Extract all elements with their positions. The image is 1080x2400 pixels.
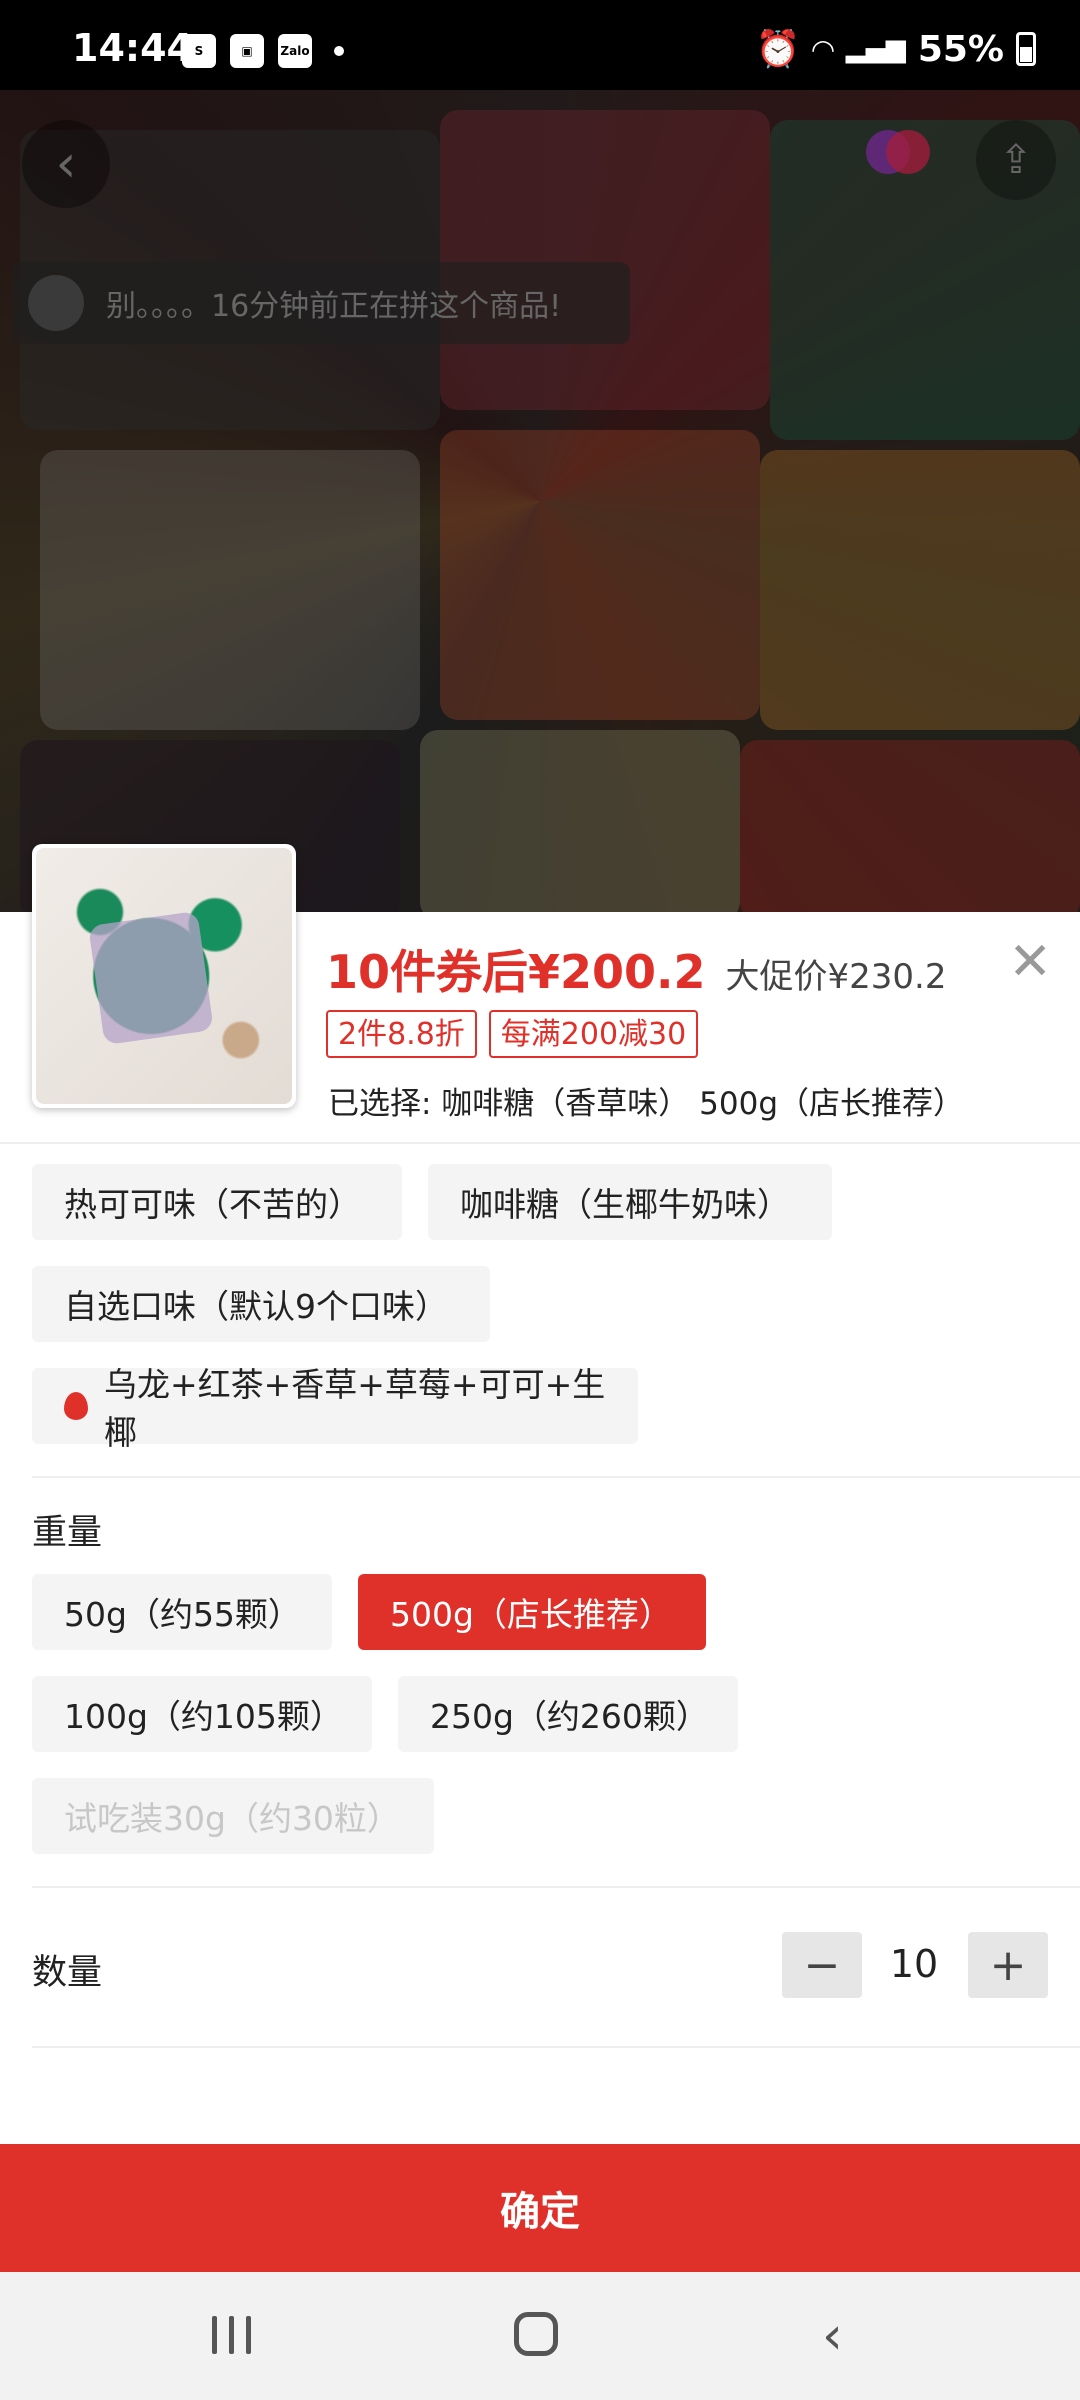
promo-tags: 2件8.8折 每满200减30 — [326, 1010, 699, 1058]
quantity-title: 数量 — [32, 1953, 103, 1993]
candy-tray — [740, 740, 1080, 912]
gallery-icon: ▣ — [230, 34, 264, 68]
back-icon[interactable]: ‹ — [822, 2306, 843, 2366]
flavor-option[interactable]: 咖啡糖（生椰牛奶味） — [428, 1164, 832, 1240]
flavor-option-hot[interactable]: 乌龙+红茶+香草+草莓+可可+生椰 — [32, 1365, 638, 1452]
status-bar: 14:44 S ▣ Zalo ⏰ ◠ ▂▄▆ 55% — [0, 0, 1080, 90]
weight-option[interactable]: 250g（约260颗） — [398, 1676, 738, 1752]
weight-option[interactable]: 50g（约55颗） — [32, 1574, 332, 1650]
confirm-button[interactable]: 确定 — [0, 2144, 1080, 2272]
system-navigation-bar: ‹ — [0, 2272, 1080, 2400]
coupon-price: 10件券后¥200.2 — [326, 945, 706, 999]
signal-icon: ▂▄▆ — [845, 34, 906, 64]
group-buy-notice: 别。。。。16分钟前正在拼这个商品! — [12, 262, 630, 344]
candy-tray — [420, 730, 740, 912]
weight-option-disabled: 试吃装30g（约30粒） — [32, 1778, 434, 1854]
group-buy-icon[interactable] — [866, 130, 930, 174]
chevron-left-icon: ‹ — [55, 134, 77, 194]
promo-tag: 2件8.8折 — [326, 1010, 477, 1058]
product-thumbnail-image — [36, 848, 292, 1104]
close-icon[interactable]: ✕ — [1008, 936, 1052, 988]
alarm-icon: ⏰ — [755, 29, 801, 70]
flavor-option[interactable]: 热可可味（不苦的） — [32, 1164, 402, 1240]
recent-apps-icon[interactable] — [212, 2316, 251, 2354]
promo-price: 大促价¥230.2 — [725, 957, 947, 997]
candy-tray — [40, 450, 420, 730]
more-notifications-dot — [334, 46, 344, 56]
candy-tray — [440, 110, 770, 410]
flavor-option[interactable]: 自选口味（默认9个口味） — [32, 1266, 490, 1342]
battery-icon — [1016, 32, 1036, 66]
share-button[interactable]: ⇪ — [976, 120, 1056, 200]
quantity-value[interactable]: 10 — [872, 1942, 956, 1986]
status-time: 14:44 — [72, 26, 193, 70]
candy-tray — [440, 430, 760, 720]
weight-title: 重量 — [32, 1513, 103, 1553]
avatar — [28, 275, 84, 331]
weight-option[interactable]: 100g（约105颗） — [32, 1676, 372, 1752]
status-right: ⏰ ◠ ▂▄▆ 55% — [755, 28, 1036, 70]
quantity-minus-button[interactable]: − — [782, 1932, 862, 1998]
candy-tray — [760, 450, 1080, 730]
divider — [32, 2046, 1080, 2048]
divider — [32, 1886, 1080, 1888]
zalo-icon: Zalo — [278, 34, 312, 68]
product-thumbnail[interactable] — [32, 844, 296, 1108]
quantity-plus-button[interactable]: + — [968, 1932, 1048, 1998]
selected-spec: 已选择: 咖啡糖（香草味） 500g（店长推荐） — [328, 1086, 964, 1122]
share-icon: ⇪ — [999, 137, 1033, 183]
notice-text: 别。。。。16分钟前正在拼这个商品! — [106, 289, 562, 324]
price-line: 10件券后¥200.2 大促价¥230.2 — [326, 936, 947, 1002]
battery-percent: 55% — [917, 28, 1004, 70]
promo-tag: 每满200减30 — [488, 1010, 699, 1058]
divider — [0, 1142, 1080, 1144]
weight-option-selected[interactable]: 500g（店长推荐） — [358, 1574, 706, 1650]
tin-box-shape — [88, 910, 214, 1046]
flavor-option-label: 乌龙+红茶+香草+草莓+可可+生椰 — [103, 1365, 606, 1452]
flame-icon — [64, 1392, 88, 1420]
product-image-backdrop[interactable]: ‹ ⇪ 别。。。。16分钟前正在拼这个商品! — [0, 90, 1080, 912]
back-button[interactable]: ‹ — [22, 120, 110, 208]
shopee-icon: S — [182, 34, 216, 68]
home-icon[interactable] — [514, 2312, 558, 2356]
divider — [32, 1476, 1080, 1478]
wifi-icon: ◠ — [812, 32, 834, 66]
notification-icons: S ▣ Zalo — [182, 34, 344, 68]
